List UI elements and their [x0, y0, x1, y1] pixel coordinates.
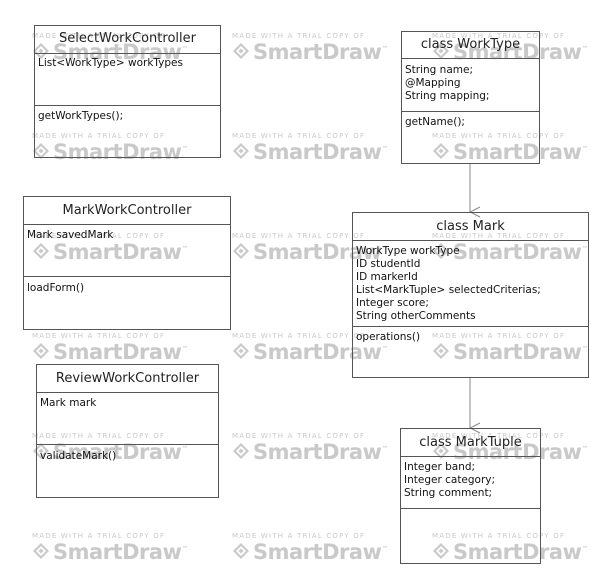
diagram-canvas: MADE WITH A TRIAL COPY OF SmartDraw™ MADE … — [0, 0, 606, 584]
class-separator — [35, 105, 220, 106]
class-operations: loadForm() — [27, 282, 228, 295]
class-attribute: @Mapping — [405, 77, 461, 89]
class-operation: getName(); — [405, 116, 465, 128]
class-operations: validateMark() — [40, 450, 216, 463]
class-attribute: Integer band; — [404, 461, 476, 473]
class-separator — [37, 444, 218, 445]
class-operations: getWorkTypes(); — [38, 110, 218, 123]
class-separator — [402, 111, 539, 112]
class-attribute: Integer score; — [356, 297, 429, 309]
class-name: class Mark — [436, 219, 505, 234]
class-attribute: ID markerId — [356, 271, 418, 283]
class-work-type[interactable]: class WorkType String name; @Mapping Strin… — [401, 31, 540, 164]
class-attribute: String name; — [405, 64, 473, 76]
class-attributes: Integer band; Integer category; String com… — [404, 461, 538, 500]
class-attribute: List<WorkType> workTypes — [38, 57, 183, 69]
class-separator — [24, 276, 230, 277]
class-separator — [353, 240, 588, 241]
class-review-work-controller[interactable]: ReviewWorkController Mark mark validateM… — [36, 364, 219, 498]
class-name: class MarkTuple — [419, 435, 522, 450]
class-operation: loadForm() — [27, 282, 85, 294]
class-mark-work-controller[interactable]: MarkWorkController Mark savedMark loadFo… — [23, 196, 231, 330]
class-attributes: List<WorkType> workTypes — [38, 57, 218, 70]
class-attribute: WorkType workType — [356, 245, 460, 257]
class-attribute: Mark mark — [40, 397, 97, 409]
class-operations: operations() — [356, 331, 586, 344]
class-mark-tuple[interactable]: class MarkTuple Integer band; Integer cat… — [400, 428, 541, 564]
class-attributes: WorkType workType ID studentId ID markerId… — [356, 245, 586, 323]
class-separator — [402, 58, 539, 59]
class-attribute: List<MarkTuple> selectedCriterias; — [356, 284, 541, 296]
class-attributes: Mark mark — [40, 397, 216, 410]
class-attribute: Integer category; — [404, 474, 496, 486]
class-attribute: String comment; — [404, 487, 493, 499]
class-name: MarkWorkController — [62, 203, 192, 218]
class-attribute: ID studentId — [356, 258, 421, 270]
class-select-work-controller[interactable]: SelectWorkController List<WorkType> work… — [34, 25, 221, 158]
class-operation: validateMark() — [40, 450, 117, 462]
class-separator — [35, 53, 220, 54]
class-attribute: String mapping; — [405, 90, 490, 102]
class-attribute: Mark savedMark — [27, 229, 114, 241]
class-operations: getName(); — [405, 116, 537, 129]
class-attribute: String otherComments — [356, 310, 476, 322]
class-separator — [37, 392, 218, 393]
class-separator — [401, 456, 540, 457]
class-attributes: String name; @Mapping String mapping; — [405, 64, 537, 103]
class-separator — [401, 508, 540, 509]
class-operation: operations() — [356, 331, 421, 343]
class-name: ReviewWorkController — [55, 371, 200, 386]
class-separator — [353, 326, 588, 327]
class-operation: getWorkTypes(); — [38, 110, 124, 122]
class-name: SelectWorkController — [59, 31, 196, 46]
class-attributes: Mark savedMark — [27, 229, 228, 242]
class-separator — [24, 224, 230, 225]
class-mark[interactable]: class Mark WorkType workType ID studentId… — [352, 212, 589, 378]
class-name: class WorkType — [420, 37, 521, 52]
